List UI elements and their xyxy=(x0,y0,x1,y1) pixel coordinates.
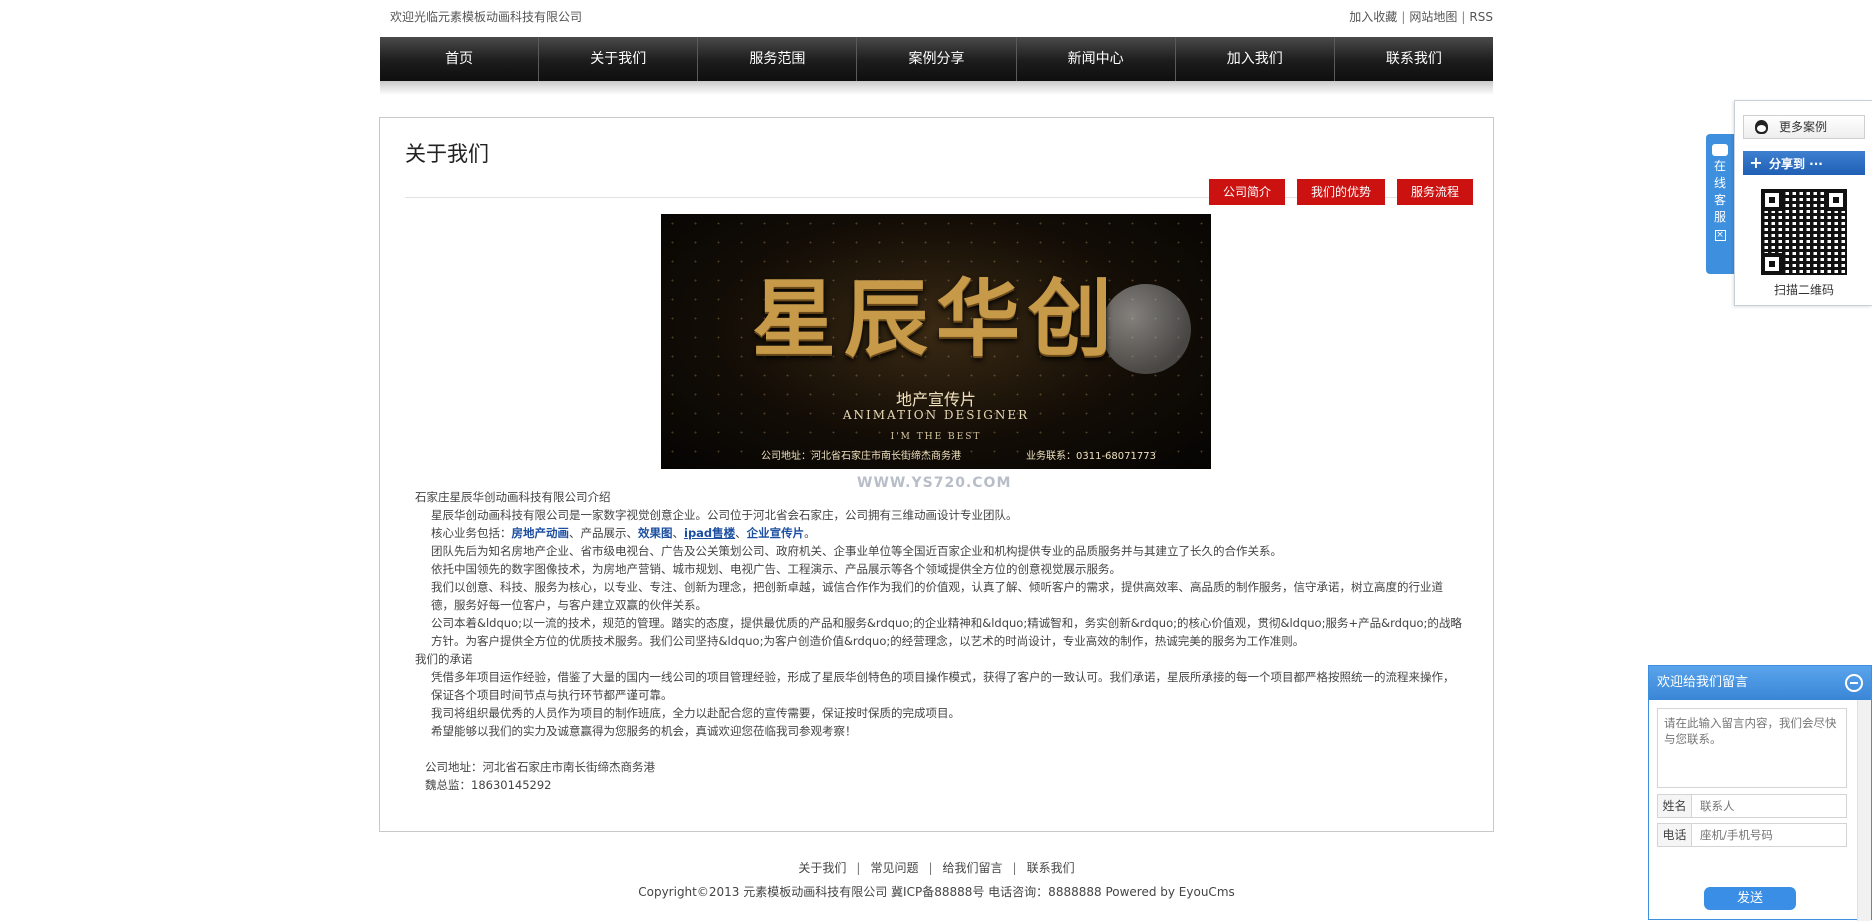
separator: | xyxy=(928,861,933,875)
qr-finder xyxy=(1825,189,1847,211)
service-link-ipad[interactable]: ipad售楼 xyxy=(684,526,735,540)
welcome-text: 欢迎光临元素模板动画科技有限公司 xyxy=(390,10,583,24)
rss-link[interactable]: RSS xyxy=(1469,10,1493,24)
tab-service-process[interactable]: 服务流程 xyxy=(1396,179,1473,205)
separator: | xyxy=(856,861,861,875)
footer-links: 关于我们 | 常见问题 | 给我们留言 | 联系我们 xyxy=(380,859,1493,876)
minimize-icon[interactable] xyxy=(1845,674,1863,692)
message-title: 欢迎给我们留言 xyxy=(1657,675,1749,690)
article-paragraph: 我们以创意、科技、服务为核心，以专业、专注、创新为理念，把创新卓越，诚信合作作为… xyxy=(431,580,1443,612)
article-paragraph: 星辰华创动画科技有限公司是一家数字视觉创意企业。公司位于河北省会石家庄，公司拥有… xyxy=(431,508,1018,522)
service-product: 产品展示 xyxy=(580,526,627,540)
nav-item-home[interactable]: 首页 xyxy=(380,37,540,81)
separator: | xyxy=(1401,10,1406,24)
char: 线 xyxy=(1713,176,1726,190)
article-heading-promise: 我们的承诺 xyxy=(415,652,473,666)
qr-finder xyxy=(1761,253,1783,275)
footer-link-message[interactable]: 给我们留言 xyxy=(943,861,1003,875)
nav-item-about[interactable]: 关于我们 xyxy=(539,37,699,81)
footer-link-about[interactable]: 关于我们 xyxy=(798,861,846,875)
separator: 、 xyxy=(735,526,747,540)
nav-item-services[interactable]: 服务范围 xyxy=(698,37,858,81)
main-nav: 首页 关于我们 服务范围 案例分享 新闻中心 加入我们 联系我们 xyxy=(380,37,1493,81)
banner-subtitle-en: ANIMATION DESIGNER xyxy=(842,408,1030,422)
message-textarea[interactable] xyxy=(1657,708,1847,788)
nav-item-cases[interactable]: 案例分享 xyxy=(857,37,1017,81)
article-body: 石家庄星辰华创动画科技有限公司介绍 星辰华创动画科技有限公司是一家数字视觉创意企… xyxy=(415,488,1465,794)
copyright: Copyright©2013 元素模板动画科技有限公司 冀ICP备88888号 … xyxy=(638,885,1235,899)
article-paragraph: 希望能够以我们的实力及诚意赢得为您服务的机会，真诚欢迎您莅临我司参观考察！ xyxy=(431,724,857,738)
services-prefix: 核心业务包括： xyxy=(431,526,512,540)
share-to-button[interactable]: + 分享到 ··· xyxy=(1743,151,1865,175)
period: 。 xyxy=(804,526,816,540)
article-paragraph: 团队先后为知名房地产企业、省市级电视台、广告及公关策划公司、政府机关、企事业单位… xyxy=(431,544,1282,558)
char: 在 xyxy=(1713,159,1726,173)
article-paragraph: 公司本着&ldquo;以一流的技术，规范的管理。踏实的态度，提供最优质的产品和服… xyxy=(431,616,1462,648)
char: 服 xyxy=(1713,210,1726,224)
online-service-label: 在 线 客 服 xyxy=(1706,158,1734,226)
qq-penguin-icon xyxy=(1755,120,1768,134)
separator: 、 xyxy=(626,526,639,540)
more-cases-button[interactable]: 更多案例 xyxy=(1743,115,1865,139)
banner-headline: 星辰华创 xyxy=(751,269,1120,368)
sitemap-link[interactable]: 网站地图 xyxy=(1409,10,1457,24)
article-heading: 石家庄星辰华创动画科技有限公司介绍 xyxy=(415,490,611,504)
article-paragraph: 凭借多年项目运作经验，借鉴了大量的国内一线公司的项目管理经验，形成了星辰华创特色… xyxy=(431,670,1455,702)
tab-company-intro[interactable]: 公司简介 xyxy=(1208,179,1285,205)
article-paragraph: 我司将组织最优秀的人员作为项目的制作班底，全力以赴配合您的宣传需要，保证按时保质… xyxy=(431,706,960,720)
plus-icon: + xyxy=(1749,153,1763,172)
share-to-label: 分享到 ··· xyxy=(1769,157,1823,171)
footer-link-faq[interactable]: 常见问题 xyxy=(870,861,918,875)
footer-link-contact[interactable]: 联系我们 xyxy=(1027,861,1075,875)
service-link-real-estate[interactable]: 房地产动画 xyxy=(512,526,570,540)
nav-shadow xyxy=(380,81,1493,95)
banner-subtitle: 地产宣传片 xyxy=(895,390,976,409)
message-widget: 欢迎给我们留言 姓名 电话 发送 xyxy=(1648,665,1872,921)
char: 客 xyxy=(1713,193,1726,207)
online-service-tab[interactable]: 在 线 客 服 × xyxy=(1706,134,1734,274)
company-contact: 魏总监：18630145292 xyxy=(425,778,552,792)
scrollbar[interactable] xyxy=(1857,700,1871,921)
banner-address: 公司地址：河北省石家庄市南长街缔杰商务港 xyxy=(761,451,961,462)
article-paragraph: 依托中国领先的数字图像技术，为房地产营销、城市规划、电视广告、工程演示、产品展示… xyxy=(431,562,1121,576)
add-favorite-link[interactable]: 加入收藏 xyxy=(1349,10,1397,24)
section-tabs: 公司简介 我们的优势 服务流程 xyxy=(1208,179,1473,205)
nav-item-contact[interactable]: 联系我们 xyxy=(1335,37,1493,81)
send-button[interactable]: 发送 xyxy=(1704,887,1796,910)
page-title: 关于我们 xyxy=(405,142,489,166)
top-links: 加入收藏 | 网站地图 | RSS xyxy=(1349,8,1493,25)
banner-tagline: I'M THE BEST xyxy=(890,432,982,442)
more-cases-label: 更多案例 xyxy=(1779,120,1828,134)
separator: | xyxy=(1461,10,1466,24)
service-link-renderings[interactable]: 效果图 xyxy=(638,526,673,540)
message-header: 欢迎给我们留言 xyxy=(1649,666,1871,700)
banner-image: 星辰华创 地产宣传片 ANIMATION DESIGNER I'M THE BE… xyxy=(661,214,1211,469)
qr-code xyxy=(1761,189,1847,275)
qr-finder xyxy=(1761,189,1783,211)
content-panel: 关于我们 公司简介 我们的优势 服务流程 星辰华创 地产宣传片 ANIMATIO… xyxy=(379,117,1494,832)
top-bar: 欢迎光临元素模板动画科技有限公司 加入收藏 | 网站地图 | RSS xyxy=(390,8,1493,26)
nav-item-news[interactable]: 新闻中心 xyxy=(1017,37,1176,81)
separator: 、 xyxy=(569,526,581,540)
separator: | xyxy=(1012,861,1017,875)
share-panel: 更多案例 + 分享到 ··· 扫描二维码 xyxy=(1734,100,1872,306)
article-paragraph-services: 核心业务包括：房地产动画、产品展示、效果图、ipad售楼、企业宣传片。 xyxy=(415,524,1465,542)
name-input[interactable] xyxy=(1692,795,1846,817)
scan-qr-label: 扫描二维码 xyxy=(1773,283,1834,297)
service-link-promo-video[interactable]: 企业宣传片 xyxy=(747,526,805,540)
name-row: 姓名 xyxy=(1657,794,1847,818)
banner-phone: 业务联系：0311-68071773 xyxy=(1026,451,1156,462)
company-address: 公司地址：河北省石家庄市南长街缔杰商务港 xyxy=(425,760,655,774)
phone-row: 电话 xyxy=(1657,823,1847,847)
chat-bubble-icon xyxy=(1712,144,1728,156)
phone-input[interactable] xyxy=(1692,824,1846,846)
separator: 、 xyxy=(672,526,685,540)
name-label: 姓名 xyxy=(1658,795,1692,817)
nav-item-join[interactable]: 加入我们 xyxy=(1176,37,1335,81)
phone-label: 电话 xyxy=(1658,824,1692,846)
close-icon[interactable]: × xyxy=(1714,230,1726,241)
tab-advantages[interactable]: 我们的优势 xyxy=(1296,179,1385,205)
